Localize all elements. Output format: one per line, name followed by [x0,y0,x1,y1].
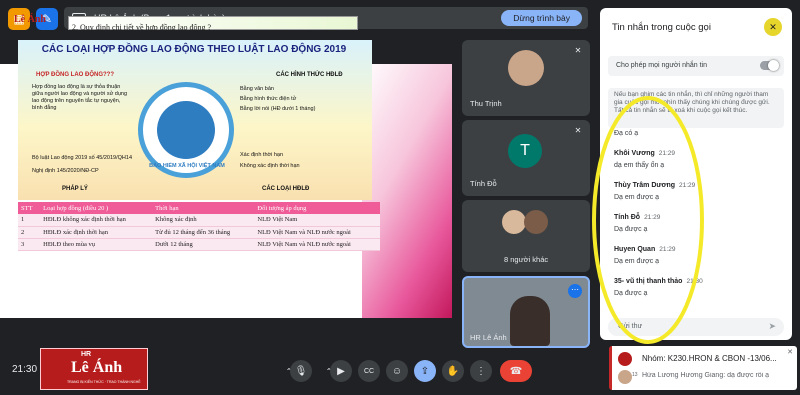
table-header: Thời hạn [152,202,255,214]
avatar: T [508,134,542,168]
table-header: STT [18,202,41,214]
send-icon[interactable]: ➤ [768,321,776,332]
phone-icon: ☎ [509,365,523,377]
end-call-button[interactable]: ☎ [500,360,532,382]
label-phaply: PHÁP LÝ [62,186,88,192]
chat-title: Tin nhắn trong cuộc gọi [612,22,711,33]
table-row: 2 HĐLĐ xác định thời hạn Từ đủ 12 tháng đế… [18,226,380,239]
close-icon[interactable]: ✕ [787,348,793,356]
mic-button[interactable]: 🎙 [290,360,312,382]
slide-decoration [362,64,452,318]
notification-body: Hứa Lương Hương Giang: dạ được rồi ạ [642,372,770,379]
group-avatar [618,352,632,366]
table-row: 1 HĐLĐ không xác định thời hạn Không xác đ… [18,214,380,227]
present-button[interactable]: ⇪ [414,360,436,382]
lean-logo: HR Lê Ánh TRANG BỊ KIẾN THỨC · TRAO THÀN… [40,348,148,390]
tile-thu-trinh[interactable]: ✕ Thu Trịnh [462,40,590,116]
tile-tinh-do[interactable]: T ✕ Tính Đỗ [462,120,590,196]
label-loai: CÁC LOẠI HĐLĐ [262,186,310,192]
table-row: 3 HĐLĐ theo mùa vụ Dưới 12 tháng NLĐ Việt N… [18,238,380,251]
bhxh-emblem: BẢO HIỂM XÃ HỘI VIỆT NAM [138,82,234,178]
slide-heading: 2. Quy định chi tiết về hợp đồng lao độn… [18,14,358,32]
zalo-notification[interactable]: 13 Nhóm: K230.HRON & CBON -13/06... Hứa … [609,346,797,390]
list-phaply: Bộ luật Lao động 2019 số 45/2019/QH14 Ng… [32,155,132,174]
present-icon: ⇪ [420,365,430,377]
emoji-button[interactable]: ☺ [386,360,408,382]
notification-title: Nhóm: K230.HRON & CBON -13/06... [642,354,777,363]
captions-icon: CC [363,367,375,375]
captions-button[interactable]: CC [358,360,380,382]
avatar [502,210,526,234]
label-hdld: HỢP ĐỒNG LAO ĐỘNG??? [36,72,115,78]
table-header: Đối tượng áp dụng [254,202,380,214]
more-vert-icon: ⋮ [476,365,486,377]
avatar [524,210,548,234]
close-icon: ✕ [769,22,777,32]
contract-table: STT Loại hợp đồng (điều 20 ) Thời hạn Đố… [18,202,380,251]
microphone-icon: 🎙 [294,365,308,377]
list-hinhthuc: Bằng văn bản Bằng hình thức điện tử Bằng… [240,86,316,112]
clock: 21:30 [12,364,38,375]
raise-hand-button[interactable]: ✋ [442,360,464,382]
emoji-icon: ☺ [391,365,403,377]
table-header: Loại hợp đồng (điều 20 ) [40,202,153,214]
mic-off-icon: ✕ [574,126,582,135]
allow-messages-toggle[interactable] [760,60,779,71]
infographic-title: CÁC LOẠI HỢP ĐỒNG LAO ĐỘNG THEO LUẬT LAO… [41,44,347,55]
more-options-button[interactable]: ⋮ [470,360,492,382]
badge-count: 13 [632,372,638,378]
allow-messages-row: Cho phép mọi người nhắn tin [608,56,784,76]
camera-button[interactable]: ▶ [330,360,352,382]
stop-presenting-button[interactable]: Dừng trình bày [501,10,582,26]
text-hdld: Hợp đồng lao động là sự thỏa thuận giữa … [32,84,128,111]
label-hinhthuc: CÁC HÌNH THỨC HĐLĐ [276,72,343,78]
avatar [508,50,544,86]
close-chat-button[interactable]: ✕ [764,18,782,36]
more-icon[interactable]: ⋯ [568,284,582,298]
camera-icon: ▶ [337,365,345,377]
list-loai: Xác định thời hạn Không xác định thời hạ… [240,152,300,169]
highlight-circle [592,96,704,344]
mic-off-icon: ✕ [574,46,582,55]
avatar [618,370,632,384]
hand-icon: ✋ [446,365,460,377]
self-video [510,296,550,346]
tile-self[interactable]: ⋯ HR Lê Ánh [462,276,590,348]
tile-others[interactable]: 8 người khác [462,200,590,272]
